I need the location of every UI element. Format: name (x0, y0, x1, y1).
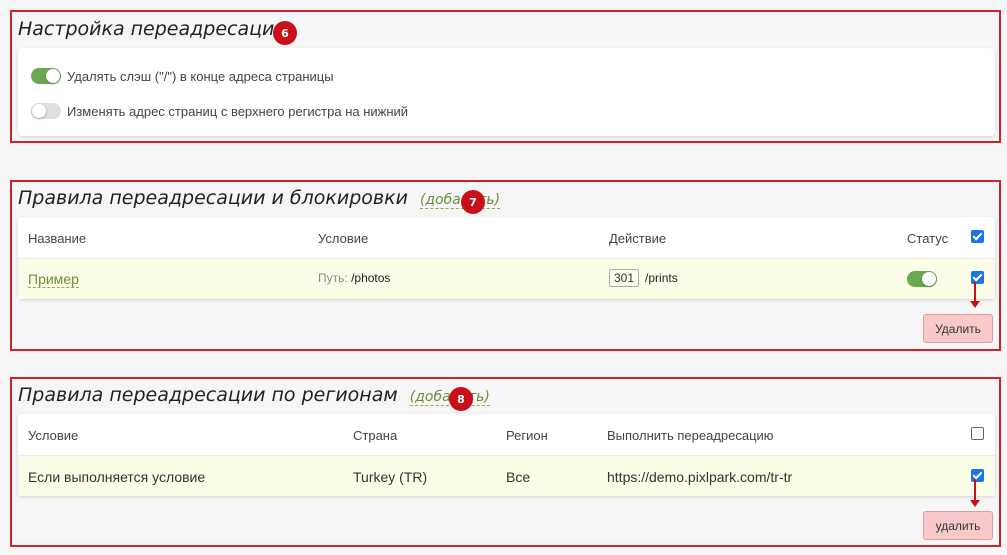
section-title-text: Правила переадресации и блокировки (18, 187, 408, 209)
badge-number: 6 (281, 26, 289, 40)
toggle-knob (922, 272, 936, 286)
badge-number: 8 (457, 392, 465, 406)
annotation-badge: 7 (461, 190, 485, 214)
column-header-status[interactable]: Статус (907, 231, 948, 246)
section-title: Правила переадресации и блокировки (доба… (18, 187, 501, 209)
region-rules-table: Условие Страна Регион Выполнить переадре… (18, 414, 995, 496)
rule-condition-cell: Путь: /photos (318, 271, 390, 285)
rules-table: Название Условие Действие Статус Пример … (18, 217, 995, 299)
condition-value: /photos (351, 271, 391, 285)
toggle-switch-off[interactable] (31, 103, 61, 119)
table-row[interactable]: Пример Путь: /photos 301/prints (18, 258, 995, 299)
annotation-arrow-head (970, 500, 980, 507)
section-title-text: Настройка переадресации (18, 18, 287, 40)
toggle-knob (32, 104, 46, 118)
region-region-cell: Все (506, 469, 531, 485)
rule-name-link[interactable]: Пример (28, 271, 79, 288)
toggle-switch-on[interactable] (31, 68, 61, 84)
delete-button-label: Удалить (935, 321, 981, 336)
column-header-condition[interactable]: Условие (318, 231, 368, 246)
toggle-row-lowercase[interactable]: Изменять адрес страниц с верхнего регист… (31, 103, 408, 119)
column-header-name[interactable]: Название (28, 231, 86, 246)
rule-name-cell[interactable]: Пример (28, 271, 79, 288)
delete-button[interactable]: Удалить (923, 314, 993, 343)
section-title: Настройка переадресации (18, 18, 287, 40)
condition-prefix: Путь: (318, 271, 348, 285)
rule-status-toggle[interactable] (907, 271, 937, 287)
column-header-condition[interactable]: Условие (28, 428, 78, 443)
annotation-arrow (974, 282, 976, 302)
toggle-knob (46, 69, 60, 83)
redirect-rules-section: Правила переадресации и блокировки (доба… (10, 180, 1001, 351)
delete-button[interactable]: удалить (923, 511, 993, 540)
column-header-region[interactable]: Регион (506, 428, 548, 443)
row-select-checkbox[interactable] (971, 469, 984, 482)
region-country-cell: Turkey (TR) (353, 469, 428, 485)
column-header-redirect[interactable]: Выполнить переадресацию (607, 428, 774, 443)
region-redirect-section: Правила переадресации по регионам (добав… (10, 377, 1001, 547)
redirect-code-badge: 301 (609, 269, 640, 287)
badge-number: 7 (469, 195, 477, 209)
toggle-label: Удалять слэш ("/") в конце адреса страни… (67, 68, 334, 84)
row-select-checkbox[interactable] (971, 271, 984, 284)
select-all-checkbox[interactable] (971, 230, 984, 243)
rule-action-cell: 301/prints (609, 269, 678, 287)
section-title-text: Правила переадресации по регионам (18, 384, 398, 406)
toggle-label: Изменять адрес страниц с верхнего регист… (67, 103, 409, 119)
table-row[interactable]: Если выполняется условие Turkey (TR) Все… (18, 455, 995, 496)
column-header-action[interactable]: Действие (609, 231, 666, 246)
annotation-arrow (974, 479, 976, 501)
region-condition-cell: Если выполняется условие (28, 469, 206, 485)
redirect-settings-section: Настройка переадресации 6 Удалять слэш (… (10, 10, 1001, 143)
section-title: Правила переадресации по регионам (добав… (18, 384, 490, 406)
select-all-checkbox[interactable] (971, 427, 984, 440)
delete-button-label: удалить (935, 518, 981, 533)
annotation-badge: 8 (449, 387, 473, 411)
annotation-arrow-head (970, 301, 980, 308)
action-value: /prints (645, 271, 678, 285)
region-redirect-cell: https://demo.pixlpark.com/tr-tr (607, 469, 793, 485)
toggle-row-remove-slash[interactable]: Удалять слэш ("/") в конце адреса страни… (31, 68, 334, 84)
annotation-badge: 6 (273, 21, 297, 45)
column-header-country[interactable]: Страна (353, 428, 397, 443)
settings-card: Удалять слэш ("/") в конце адреса страни… (18, 48, 995, 136)
